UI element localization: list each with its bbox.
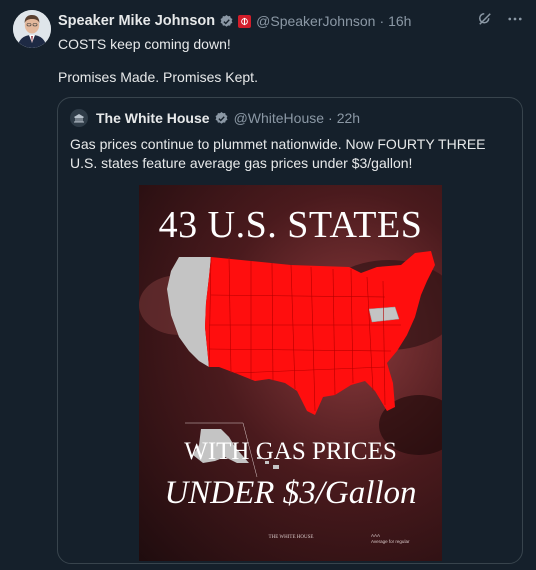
grok-icon[interactable] — [476, 10, 494, 28]
white-house-icon[interactable] — [70, 109, 88, 127]
tweet-header: Speaker Mike Johnson @SpeakerJohnson · 1… — [58, 11, 526, 31]
quote-author-name[interactable]: The White House — [96, 110, 210, 126]
separator: · — [379, 13, 385, 29]
map-west-coast — [167, 257, 211, 367]
quote-image[interactable]: 43 U.S. STATES WITH GAS PRICES UNDER $3/… — [139, 185, 442, 561]
map-red-states — [205, 251, 435, 415]
poster-subtitle: WITH GAS PRICES — [184, 438, 397, 465]
poster-footer-right-2: Average for regular — [371, 539, 410, 544]
avatar[interactable] — [13, 10, 51, 48]
quote-text: Gas prices continue to plummet nationwid… — [70, 136, 486, 171]
poster-footer-left: THE WHITE HOUSE — [268, 535, 314, 540]
more-icon[interactable] — [506, 10, 524, 28]
poster-footer-right: AAA Average for regular — [371, 533, 431, 545]
quoted-tweet[interactable]: The White House @WhiteHouse · 22h Gas pr… — [57, 97, 523, 564]
quote-header: The White House @WhiteHouse · 22h — [70, 109, 360, 127]
quote-timestamp[interactable]: 22h — [337, 110, 360, 126]
separator: · — [328, 110, 333, 126]
timestamp[interactable]: 16h — [388, 13, 411, 29]
tweet: Speaker Mike Johnson @SpeakerJohnson · 1… — [0, 0, 536, 570]
tweet-actions-top — [476, 10, 524, 28]
map-pennsylvania — [368, 306, 400, 323]
verified-badge-icon — [215, 111, 227, 124]
tweet-text-line-1: COSTS keep coming down! — [58, 36, 231, 52]
verified-badge-icon — [220, 14, 233, 27]
author-name[interactable]: Speaker Mike Johnson — [58, 13, 215, 29]
author-handle[interactable]: @SpeakerJohnson — [256, 13, 375, 29]
quote-author-handle[interactable]: @WhiteHouse — [234, 110, 324, 126]
flag-badge-icon — [238, 14, 252, 28]
tweet-text-line-2: Promises Made. Promises Kept. — [58, 69, 258, 85]
poster-price: UNDER $3/Gallon — [164, 475, 417, 511]
